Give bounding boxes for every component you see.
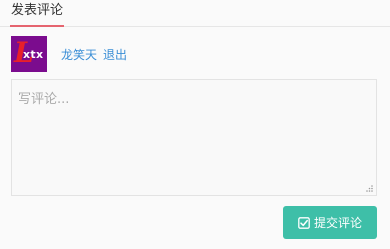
- tab-post-comment[interactable]: 发表评论: [10, 3, 65, 27]
- avatar[interactable]: L xtx: [11, 36, 47, 72]
- resize-handle-icon[interactable]: [365, 184, 373, 192]
- comment-textarea[interactable]: [12, 80, 376, 195]
- comment-tab-bar: 发表评论: [0, 0, 390, 27]
- check-square-icon: [298, 216, 310, 229]
- user-row: L xtx 龙笑天 退出: [11, 36, 127, 72]
- submit-button-label: 提交评论: [313, 216, 362, 230]
- logout-link[interactable]: 退出: [103, 46, 127, 63]
- avatar-logo-text: xtx: [23, 48, 44, 61]
- comment-box: [11, 79, 377, 196]
- username-link[interactable]: 龙笑天: [61, 46, 97, 63]
- submit-comment-button[interactable]: 提交评论: [283, 206, 377, 239]
